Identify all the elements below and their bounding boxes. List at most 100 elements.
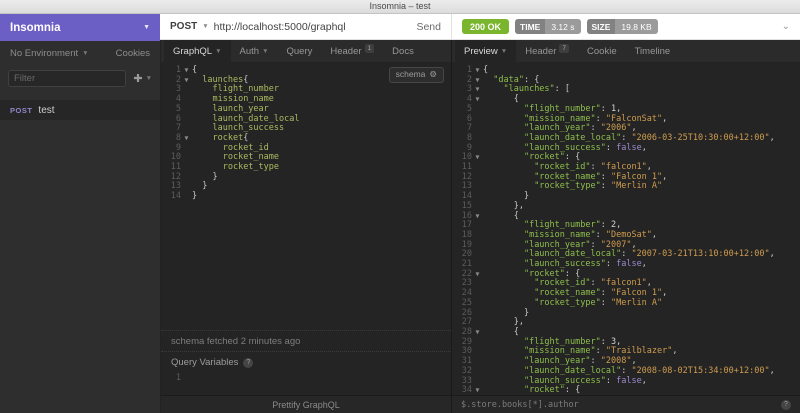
tab-auth[interactable]: Auth▼: [231, 40, 278, 62]
add-request-button[interactable]: ✚ ▼: [133, 72, 152, 85]
fold-arrow-icon[interactable]: [472, 202, 483, 212]
fold-arrow-icon[interactable]: [472, 144, 483, 154]
fold-arrow-icon[interactable]: [181, 153, 192, 163]
tab-timeline[interactable]: Timeline: [626, 40, 680, 62]
tab-graphql[interactable]: GraphQL▼: [164, 40, 231, 62]
cookies-button[interactable]: Cookies: [116, 48, 150, 59]
fold-arrow-icon[interactable]: ▼: [472, 270, 483, 280]
tab-cookie[interactable]: Cookie: [578, 40, 626, 62]
fold-arrow-icon[interactable]: [472, 182, 483, 192]
fold-arrow-icon[interactable]: [472, 318, 483, 328]
help-icon[interactable]: ?: [243, 358, 253, 368]
url-input[interactable]: http://localhost:5000/graphql: [214, 21, 412, 33]
request-name: test: [38, 105, 54, 116]
code-line: 14}: [161, 192, 451, 202]
tab-header[interactable]: Header1: [321, 40, 383, 62]
fold-arrow-icon[interactable]: [472, 377, 483, 387]
fold-arrow-icon[interactable]: [181, 95, 192, 105]
graphql-editor[interactable]: schema ⚙ 1▼{2▼ launches{3 flight_number4…: [161, 62, 451, 330]
fold-arrow-icon[interactable]: [181, 115, 192, 125]
method-dropdown[interactable]: POST: [170, 21, 197, 32]
fold-arrow-icon[interactable]: [472, 241, 483, 251]
fold-arrow-icon[interactable]: ▼: [181, 76, 192, 86]
workspace-dropdown[interactable]: Insomnia ▼: [0, 14, 160, 41]
request-list-item[interactable]: POSTtest: [0, 100, 160, 120]
query-variables-editor[interactable]: 1: [161, 371, 451, 395]
size-badge: SIZE 19.8 KB: [587, 19, 658, 34]
fold-arrow-icon[interactable]: [472, 347, 483, 357]
fold-arrow-icon[interactable]: ▼: [472, 76, 483, 86]
fold-arrow-icon[interactable]: ▼: [472, 328, 483, 338]
tab-label: GraphQL: [173, 46, 212, 57]
sidebar-filter-input[interactable]: [8, 70, 126, 87]
fold-arrow-icon[interactable]: [181, 374, 192, 384]
fold-arrow-icon[interactable]: ▼: [472, 386, 483, 395]
request-tabs: GraphQL▼Auth▼ Query Header1Docs: [161, 40, 451, 62]
chevron-down-icon: ▼: [202, 23, 208, 30]
tab-label: Preview: [464, 46, 498, 57]
fold-arrow-icon[interactable]: [472, 260, 483, 270]
size-label: SIZE: [587, 19, 616, 34]
fold-arrow-icon[interactable]: [181, 192, 192, 202]
window-title: Insomnia – test: [369, 1, 430, 11]
fold-arrow-icon[interactable]: ▼: [472, 85, 483, 95]
fold-arrow-icon[interactable]: [181, 163, 192, 173]
code-line: 13 }: [161, 182, 451, 192]
fold-arrow-icon[interactable]: [472, 338, 483, 348]
fold-arrow-icon[interactable]: [472, 115, 483, 125]
tab-docs[interactable]: Docs: [383, 40, 423, 62]
fold-arrow-icon[interactable]: [472, 192, 483, 202]
send-button[interactable]: Send: [416, 21, 441, 33]
fold-arrow-icon[interactable]: [472, 221, 483, 231]
fold-arrow-icon[interactable]: [472, 231, 483, 241]
fold-arrow-icon[interactable]: [472, 367, 483, 377]
chevron-down-icon: ▼: [143, 24, 150, 31]
chevron-down-icon: ▼: [501, 48, 507, 55]
response-body-viewer[interactable]: 1▼{2▼ "data": {3▼ "launches": [4▼ {5 "fl…: [452, 62, 800, 395]
main-layout: Insomnia ▼ No Environment ▼ Cookies ✚ ▼ …: [0, 14, 800, 413]
fold-arrow-icon[interactable]: [181, 173, 192, 183]
environment-label: No Environment: [10, 48, 78, 59]
fold-arrow-icon[interactable]: [472, 357, 483, 367]
fold-arrow-icon[interactable]: ▼: [472, 212, 483, 222]
request-footer: Prettify GraphQL: [161, 395, 451, 413]
tab-label: Header: [330, 46, 361, 57]
fold-arrow-icon[interactable]: [472, 134, 483, 144]
schema-button[interactable]: schema ⚙: [389, 67, 444, 83]
help-icon[interactable]: ?: [781, 400, 791, 410]
fold-arrow-icon[interactable]: [472, 289, 483, 299]
fold-arrow-icon[interactable]: [181, 124, 192, 134]
fold-arrow-icon[interactable]: [472, 105, 483, 115]
response-history-chevron-icon[interactable]: ⌄: [782, 21, 790, 32]
fold-arrow-icon[interactable]: ▼: [472, 66, 483, 76]
fold-arrow-icon[interactable]: [181, 105, 192, 115]
tab-label: Query: [287, 46, 313, 57]
fold-arrow-icon[interactable]: [472, 250, 483, 260]
fold-arrow-icon[interactable]: [181, 85, 192, 95]
fold-arrow-icon[interactable]: [181, 182, 192, 192]
fold-arrow-icon[interactable]: [472, 309, 483, 319]
fold-arrow-icon[interactable]: [472, 124, 483, 134]
sidebar-filter-row: ✚ ▼: [0, 65, 160, 91]
fold-arrow-icon[interactable]: ▼: [181, 66, 192, 76]
response-filter-input[interactable]: [461, 400, 781, 410]
tab-query[interactable]: Query: [278, 40, 322, 62]
environment-selector[interactable]: No Environment ▼: [10, 48, 89, 59]
chevron-down-icon: ▼: [146, 75, 152, 82]
schema-status: schema fetched 2 minutes ago: [161, 330, 451, 351]
tab-header[interactable]: Header7: [516, 40, 578, 62]
fold-arrow-icon[interactable]: [472, 299, 483, 309]
fold-arrow-icon[interactable]: ▼: [472, 153, 483, 163]
time-badge: TIME 3.12 s: [515, 19, 580, 34]
fold-arrow-icon[interactable]: ▼: [181, 134, 192, 144]
tab-preview[interactable]: Preview▼: [455, 40, 516, 62]
fold-arrow-icon[interactable]: ▼: [472, 95, 483, 105]
fold-arrow-icon[interactable]: [472, 279, 483, 289]
environment-row: No Environment ▼ Cookies: [0, 41, 160, 65]
fold-arrow-icon[interactable]: [472, 173, 483, 183]
line-number: 14: [161, 192, 181, 202]
fold-arrow-icon[interactable]: [181, 144, 192, 154]
fold-arrow-icon[interactable]: [472, 163, 483, 173]
time-value: 3.12 s: [545, 19, 580, 34]
prettify-button[interactable]: Prettify GraphQL: [272, 400, 340, 410]
